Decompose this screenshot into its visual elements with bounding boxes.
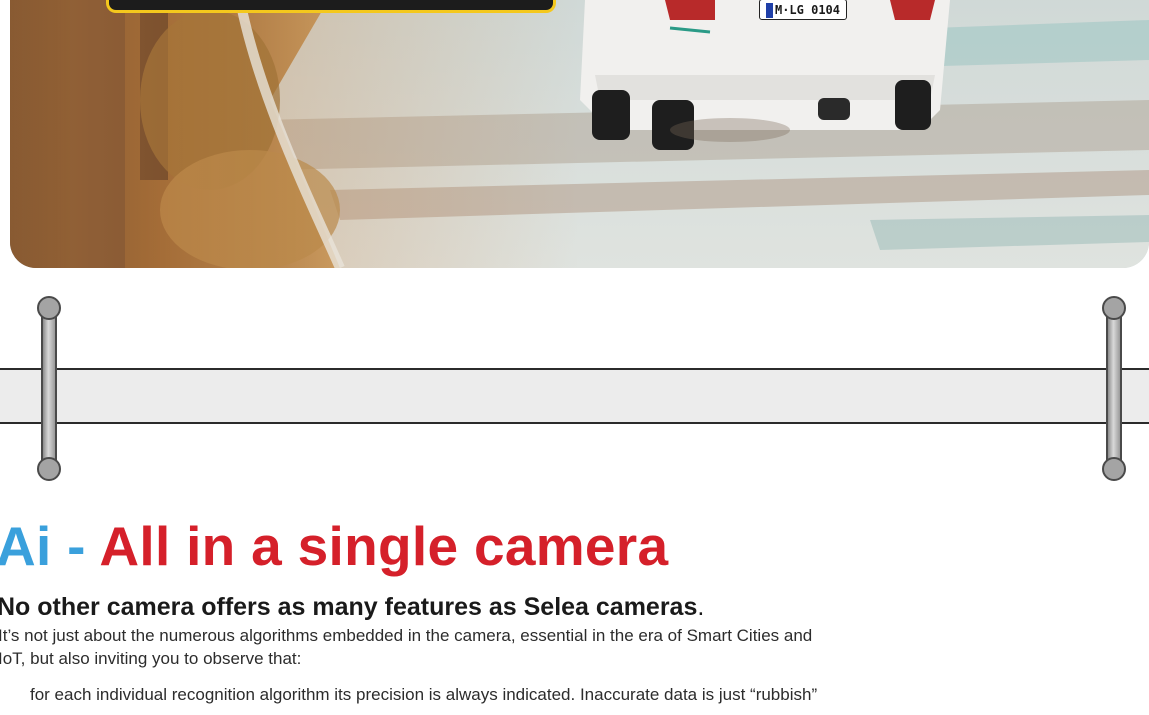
intro-paragraph: It’s not just about the numerous algorit… bbox=[0, 624, 1149, 670]
post-bar bbox=[1106, 306, 1122, 470]
headline-brand: Ai - bbox=[0, 515, 86, 577]
subheading-period: . bbox=[697, 593, 705, 621]
license-plate-text: M·LG 0104 bbox=[774, 3, 841, 17]
post-bar bbox=[41, 306, 57, 470]
intro-line-1: It’s not just about the numerous algorit… bbox=[0, 626, 813, 645]
post-cap-bottom bbox=[1102, 457, 1126, 481]
section-subheading: No other camera offers as many features … bbox=[0, 588, 704, 626]
road-car-illustration bbox=[10, 0, 1149, 268]
rail-post-right bbox=[1102, 296, 1126, 481]
hero-photo bbox=[10, 0, 1149, 268]
headline-text: All in a single camera bbox=[99, 515, 669, 577]
bullet-item-1: for each individual recognition algorith… bbox=[30, 685, 818, 704]
post-cap-top bbox=[37, 296, 61, 320]
section-headline: Ai - All in a single camera bbox=[0, 506, 668, 586]
rail-divider bbox=[0, 368, 1149, 424]
intro-line-2: IoT, but also inviting you to observe th… bbox=[0, 649, 302, 668]
post-cap-top bbox=[1102, 296, 1126, 320]
post-cap-bottom bbox=[37, 457, 61, 481]
subheading-text: No other camera offers as many features … bbox=[0, 593, 698, 621]
callout-box bbox=[106, 0, 556, 13]
rail-post-left bbox=[37, 296, 61, 481]
eu-flag-icon bbox=[765, 3, 773, 18]
license-plate: M·LG 0104 bbox=[759, 0, 847, 20]
